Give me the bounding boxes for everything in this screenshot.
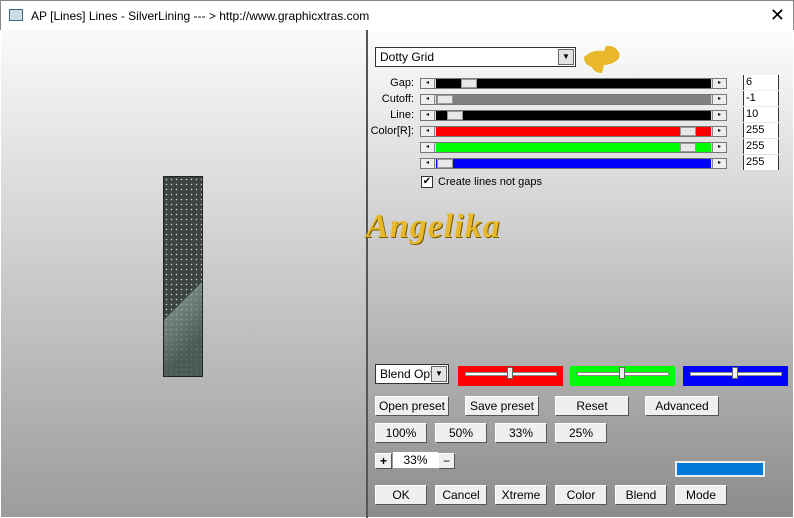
arrow-right-icon[interactable]: ▸	[712, 79, 726, 88]
arrow-right-icon[interactable]: ▸	[712, 143, 726, 152]
zoom-25-button[interactable]: 25%	[555, 423, 607, 443]
slider-thumb[interactable]	[437, 159, 453, 168]
arrow-left-icon[interactable]: ◂	[421, 127, 435, 136]
arrow-left-icon[interactable]: ◂	[421, 111, 435, 120]
advanced-button[interactable]: Advanced	[645, 396, 719, 416]
arrow-right-icon[interactable]: ▸	[712, 159, 726, 168]
arrow-left-icon[interactable]: ◂	[421, 95, 435, 104]
slider-value-input[interactable]: -1	[743, 91, 779, 106]
create-lines-label: Create lines not gaps	[438, 176, 542, 188]
preset-dropdown-value: Dotty Grid	[380, 50, 435, 64]
arrow-left-icon[interactable]: ◂	[421, 159, 435, 168]
arrow-right-icon[interactable]: ▸	[712, 127, 726, 136]
slider-fill	[436, 127, 711, 136]
arrow-left-icon[interactable]: ◂	[421, 79, 435, 88]
slider-thumb[interactable]	[680, 143, 696, 152]
zoom-value[interactable]: 33%	[393, 452, 438, 468]
mode-button[interactable]: Mode	[675, 485, 727, 505]
zoom-100-button[interactable]: 100%	[375, 423, 427, 443]
parameter-slider[interactable]: ◂ ▸	[420, 126, 727, 137]
slider-thumb[interactable]	[447, 111, 463, 120]
slider-fill	[436, 95, 711, 104]
parameter-slider[interactable]: ◂ ▸	[420, 110, 727, 121]
slider-label: Gap:	[390, 77, 414, 89]
create-lines-checkbox[interactable]: ✔	[421, 176, 433, 188]
pointing-hand-icon	[584, 45, 620, 73]
ok-button[interactable]: OK	[375, 485, 427, 505]
chevron-down-icon[interactable]: ▼	[431, 366, 447, 382]
zoom-out-button[interactable]: −	[438, 453, 455, 469]
arrow-right-icon[interactable]: ▸	[712, 95, 726, 104]
slider-value-input[interactable]: 6	[743, 75, 779, 90]
app-icon	[9, 9, 23, 21]
slider-thumb[interactable]	[437, 95, 453, 104]
blend-dropdown-value: Blend Opti	[380, 367, 437, 381]
parameter-slider[interactable]: ◂ ▸	[420, 142, 727, 153]
preview-image	[163, 176, 203, 377]
parameter-slider[interactable]: ◂ ▸	[420, 94, 727, 105]
parameter-slider[interactable]: ◂ ▸	[420, 78, 727, 89]
preset-dropdown[interactable]: Dotty Grid ▼	[375, 47, 576, 67]
slider-fill	[436, 159, 711, 168]
slider-fill	[436, 111, 711, 120]
slider-fill	[436, 79, 711, 88]
zoom-50-button[interactable]: 50%	[435, 423, 487, 443]
zoom-33-button[interactable]: 33%	[495, 423, 547, 443]
open-preset-button[interactable]: Open preset	[375, 396, 449, 416]
angelika-watermark: Angelika	[366, 208, 501, 245]
cancel-button[interactable]: Cancel	[435, 485, 487, 505]
reset-button[interactable]: Reset	[555, 396, 629, 416]
slider-value-input[interactable]: 255	[743, 155, 779, 170]
blend-options-dropdown[interactable]: Blend Opti ▼	[375, 364, 449, 384]
slider-thumb[interactable]	[680, 127, 696, 136]
zoom-in-button[interactable]: +	[375, 453, 392, 469]
slider-thumb[interactable]	[461, 79, 477, 88]
title-bar: AP [Lines] Lines - SilverLining --- > ht…	[0, 0, 794, 30]
blue-blend-slider[interactable]	[683, 366, 788, 386]
color-swatch[interactable]	[675, 461, 765, 477]
slider-value-input[interactable]: 255	[743, 123, 779, 138]
red-blend-slider[interactable]	[458, 366, 563, 386]
slider-label: Color[R]:	[370, 125, 414, 137]
slider-value-input[interactable]: 10	[743, 107, 779, 122]
arrow-left-icon[interactable]: ◂	[421, 143, 435, 152]
blend-button[interactable]: Blend	[615, 485, 667, 505]
save-preset-button[interactable]: Save preset	[465, 396, 539, 416]
parameter-slider[interactable]: ◂ ▸	[420, 158, 727, 169]
window-title: AP [Lines] Lines - SilverLining --- > ht…	[31, 9, 370, 23]
slider-label: Cutoff:	[381, 93, 414, 105]
xtreme-button[interactable]: Xtreme	[495, 485, 547, 505]
color-button[interactable]: Color	[555, 485, 607, 505]
slider-label: Line:	[390, 109, 414, 121]
arrow-right-icon[interactable]: ▸	[712, 111, 726, 120]
slider-fill	[436, 143, 711, 152]
slider-value-input[interactable]: 255	[743, 139, 779, 154]
chevron-down-icon[interactable]: ▼	[558, 49, 574, 65]
green-blend-slider[interactable]	[570, 366, 675, 386]
close-icon[interactable]: ✕	[770, 5, 785, 26]
